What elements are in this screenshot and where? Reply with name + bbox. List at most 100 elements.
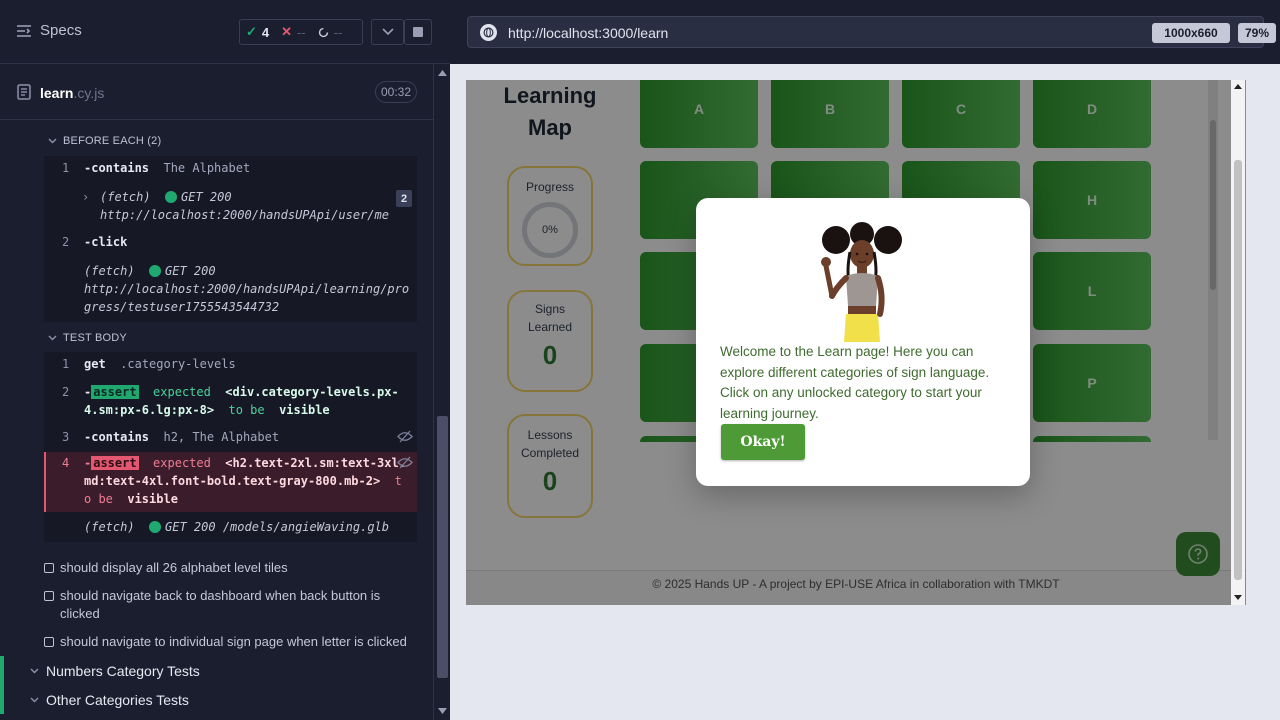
failed-count: -- — [297, 24, 306, 40]
command-number: 2 — [62, 385, 70, 399]
spec-file-ext: .cy.js — [73, 85, 105, 101]
suite-row-numbers[interactable]: Numbers Category Tests — [0, 656, 433, 685]
scroll-down-icon — [438, 708, 447, 714]
test-item[interactable]: should display all 26 alphabet level til… — [44, 559, 416, 577]
status-dot-icon — [149, 521, 162, 533]
command-arg: .category-levels — [120, 357, 236, 371]
browser-toolbar: http://localhost:3000/learn 1000x660 79% — [450, 0, 1280, 64]
assert-expected: expected — [153, 385, 211, 399]
run-duration: 00:32 — [375, 81, 417, 103]
test-item[interactable]: should navigate to individual sign page … — [44, 633, 416, 651]
assert-tag: assert — [91, 456, 139, 470]
assert-tag: assert — [91, 385, 139, 399]
passed-count: 4 — [261, 24, 270, 40]
command-arg: h2, The Alphabet — [163, 430, 280, 444]
test-status-box-icon — [44, 637, 54, 647]
chevron-down-icon — [381, 28, 394, 36]
assert-value: visible — [127, 492, 178, 506]
stop-button[interactable] — [404, 19, 432, 45]
expand-chevron-icon: › — [82, 190, 90, 204]
scroll-up-icon — [438, 70, 447, 76]
fetch-row[interactable]: › (fetch) GET 200 http://localhost:2000/… — [44, 188, 417, 226]
test-body-commands: 1 get .category-levels 2 - assert expecte… — [44, 352, 417, 542]
command-row[interactable]: 3 -contains h2, The Alphabet — [44, 428, 417, 448]
command-name: get — [84, 357, 106, 371]
suite-status-bar — [0, 656, 4, 685]
test-body-title[interactable]: TEST BODY — [48, 332, 127, 344]
suite-title: Other Categories Tests — [46, 691, 189, 708]
assert-value: visible — [279, 403, 330, 417]
fetch-label: (fetch) — [100, 190, 151, 204]
command-row[interactable]: 1 -contains The Alphabet — [44, 159, 417, 179]
fetch-status: GET 200 — [181, 190, 232, 204]
test-reporter-panel: Specs ✓ 4 ✕ -- -- learn.cy.js 00:32 BEFO… — [0, 0, 450, 720]
modal-message: Welcome to the Learn page! Here you can … — [720, 344, 990, 421]
chevron-down-icon — [48, 335, 57, 341]
test-title: should display all 26 alphabet level til… — [60, 560, 288, 575]
stop-icon — [413, 27, 423, 37]
globe-icon — [480, 24, 497, 41]
command-number: 1 — [62, 161, 70, 175]
request-count-badge: 2 — [396, 190, 412, 207]
fetch-row[interactable]: (fetch) GET 200 /models/angieWaving.glb — [44, 518, 417, 538]
x-icon: ✕ — [281, 24, 293, 39]
scroll-thumb[interactable] — [1234, 160, 1242, 580]
url-bar[interactable]: http://localhost:3000/learn 1000x660 79% — [467, 16, 1276, 48]
app-under-test-panel: http://localhost:3000/learn 1000x660 79%… — [450, 0, 1280, 720]
assert-row[interactable]: 2 - assert expected <div.category-levels.… — [44, 383, 417, 421]
test-title: should navigate back to dashboard when b… — [60, 588, 381, 621]
fetch-row[interactable]: (fetch) GET 200 http://localhost:2000/ha… — [44, 262, 417, 318]
run-stats: ✓ 4 ✕ -- -- — [239, 19, 363, 45]
command-number: 2 — [62, 235, 70, 249]
command-number: 3 — [62, 430, 70, 444]
chevron-down-icon — [30, 668, 39, 673]
test-item[interactable]: should navigate back to dashboard when b… — [44, 587, 416, 623]
okay-button[interactable]: Okay! — [721, 424, 805, 460]
test-body-label: TEST BODY — [63, 332, 127, 344]
spec-file-name[interactable]: learn.cy.js — [40, 85, 104, 101]
command-number: 1 — [62, 357, 70, 371]
spinner-icon — [318, 27, 328, 37]
suite-row-other[interactable]: Other Categories Tests — [0, 685, 433, 714]
command-number: 4 — [62, 456, 70, 470]
check-icon: ✓ — [246, 24, 257, 39]
eye-slash-icon — [397, 430, 413, 443]
specs-list-icon — [17, 24, 31, 37]
test-status-box-icon — [44, 563, 54, 573]
reporter-header: Specs ✓ 4 ✕ -- -- — [0, 0, 450, 64]
scroll-thumb[interactable] — [437, 416, 448, 678]
passed-stat: ✓ 4 — [240, 24, 275, 40]
test-title: should navigate to individual sign page … — [60, 634, 407, 649]
assert-to-be: to be — [228, 403, 265, 417]
fetch-url: http://localhost:2000/handsUPApi/learnin… — [84, 282, 410, 314]
before-each-commands: 1 -contains The Alphabet › (fetch) GET 2… — [44, 156, 417, 322]
fetch-status: GET 200 /models/angieWaving.glb — [165, 520, 389, 534]
command-name: -click — [84, 235, 128, 249]
before-each-hook-title[interactable]: BEFORE EACH (2) — [48, 135, 161, 147]
spec-file-basename: learn — [40, 85, 74, 101]
failed-assert-row[interactable]: 4 - assert expected <h2.text-2xl.sm:text-… — [44, 452, 417, 512]
scroll-up-icon — [1234, 84, 1242, 89]
command-row[interactable]: 2 -click — [44, 233, 417, 253]
app-scrollbar[interactable] — [1231, 80, 1245, 605]
spec-file-row: learn.cy.js 00:32 — [0, 65, 433, 120]
suite-status-bar — [0, 685, 4, 714]
url-text: http://localhost:3000/learn — [508, 25, 669, 41]
command-row[interactable]: 1 get .category-levels — [44, 355, 417, 375]
test-status-box-icon — [44, 591, 54, 601]
fetch-label: (fetch) — [84, 520, 135, 534]
command-arg: The Alphabet — [163, 161, 251, 175]
specs-label: Specs — [40, 22, 82, 39]
viewport-size-badge[interactable]: 1000x660 — [1152, 23, 1230, 43]
welcome-modal: Welcome to the Learn page! Here you can … — [696, 198, 1030, 486]
toggle-auto-scroll-button[interactable] — [371, 19, 404, 45]
chevron-down-icon — [48, 138, 57, 144]
scroll-down-icon — [1234, 595, 1242, 600]
specs-button[interactable]: Specs — [16, 22, 82, 39]
pending-stat: -- — [312, 25, 349, 40]
command-name: -contains — [84, 430, 150, 444]
reporter-scrollbar[interactable] — [433, 64, 450, 720]
status-dot-icon — [149, 265, 162, 277]
suite-title: Numbers Category Tests — [46, 662, 200, 679]
chevron-down-icon — [30, 697, 39, 702]
